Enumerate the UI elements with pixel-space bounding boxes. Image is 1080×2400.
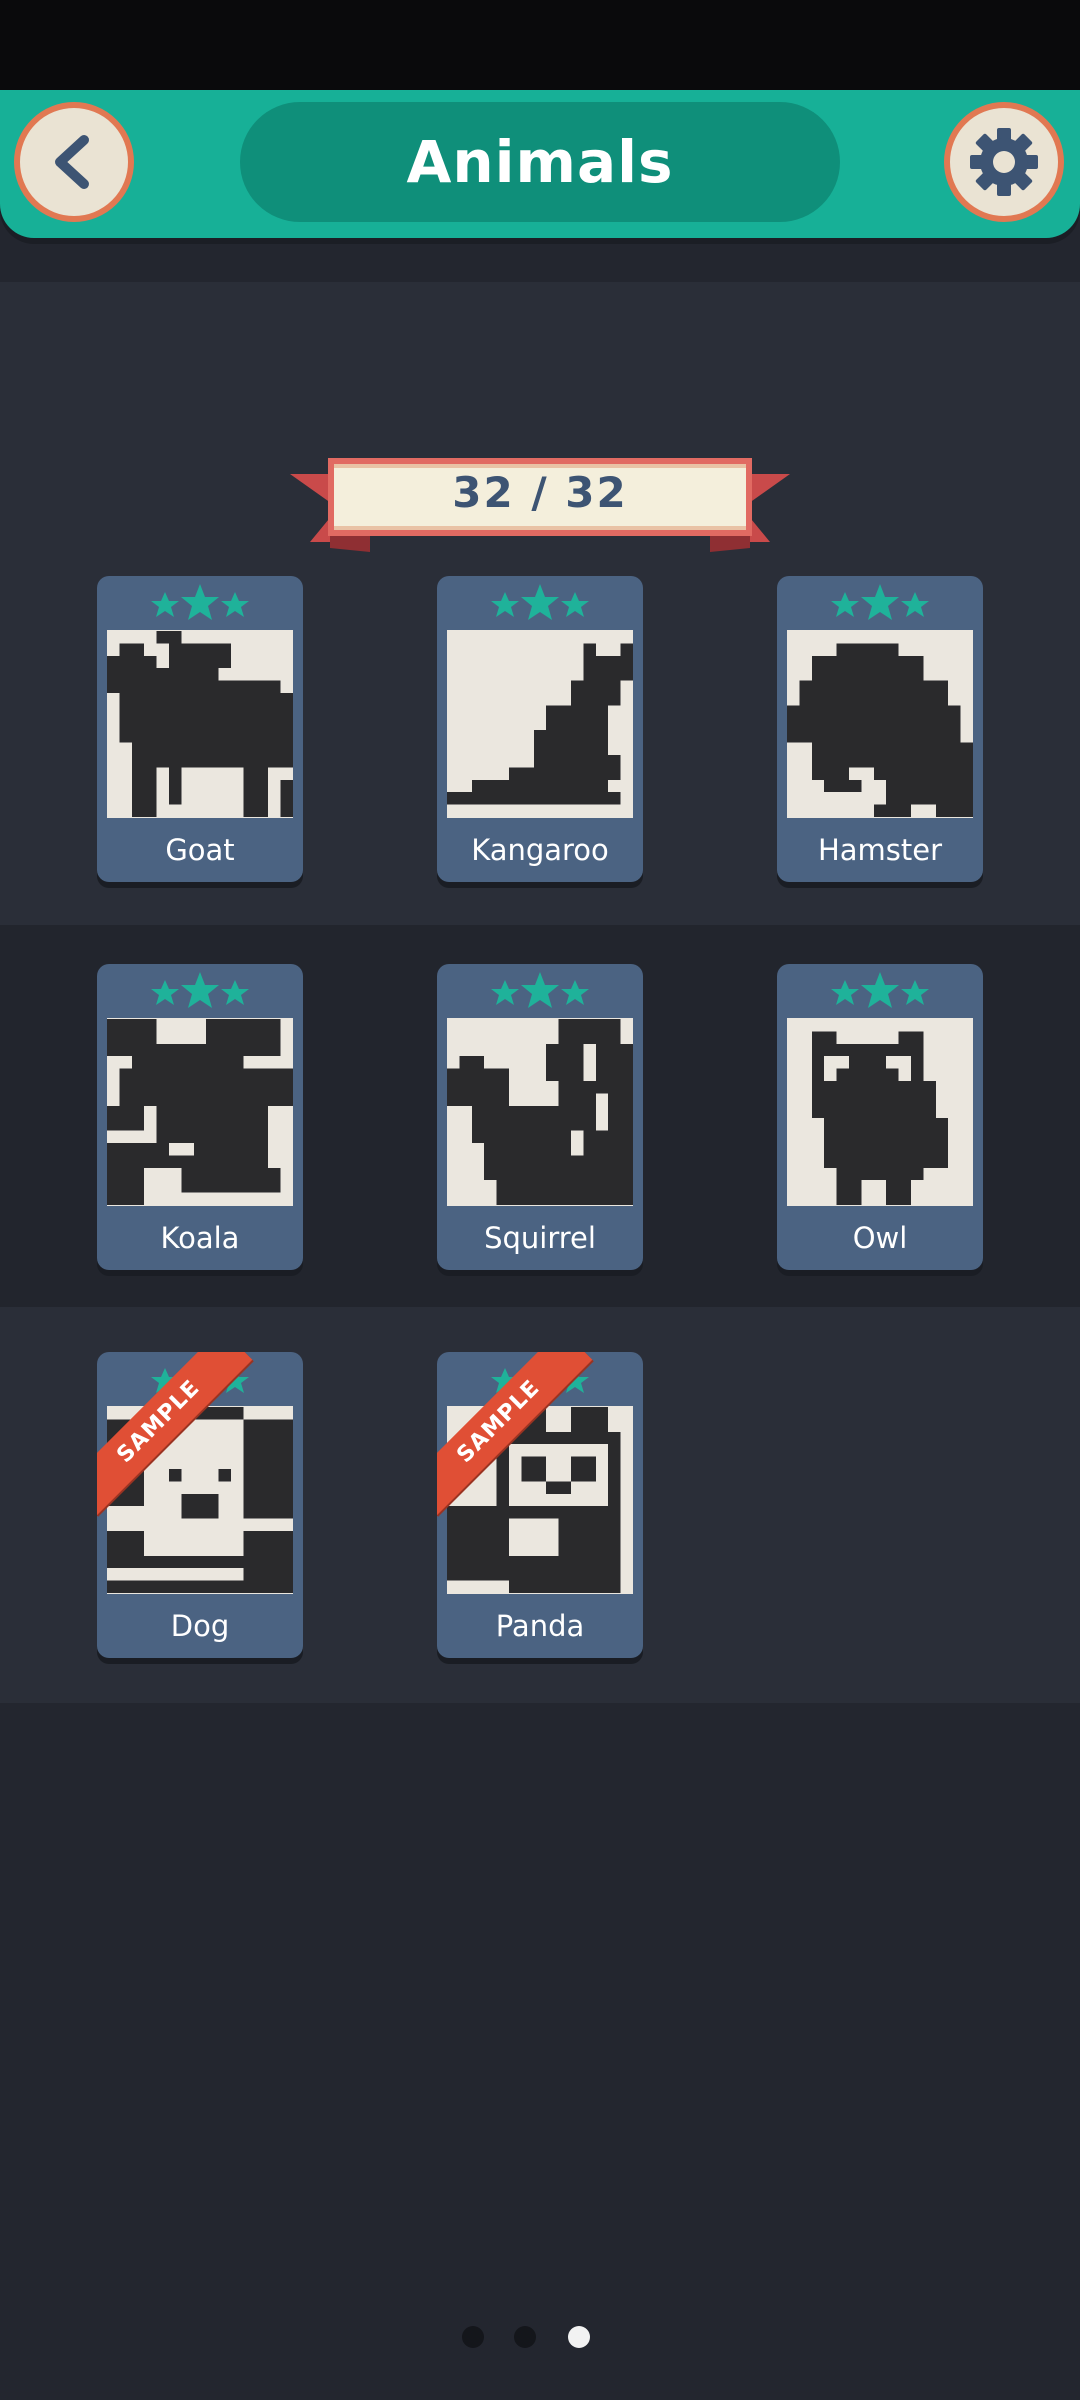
page-indicator [462, 2322, 622, 2352]
puzzle-card-squirrel[interactable]: Squirrel [437, 964, 643, 1270]
status-bar [0, 0, 1080, 90]
puzzle-card-koala[interactable]: Koala [97, 964, 303, 1270]
progress-count: 32 / 32 [452, 467, 628, 517]
three-stars-icon [151, 584, 249, 620]
puzzle-thumbnail [787, 630, 973, 818]
puzzle-title: Dog [170, 1609, 230, 1643]
puzzle-thumbnail [107, 630, 294, 818]
puzzle-thumbnail [107, 1018, 294, 1206]
puzzle-title: Owl [852, 1221, 908, 1255]
three-stars-icon [831, 972, 929, 1008]
puzzle-title: Squirrel [484, 1221, 596, 1255]
three-stars-icon [491, 584, 589, 620]
puzzle-title: Goat [165, 833, 235, 867]
settings-button[interactable] [944, 102, 1064, 222]
puzzle-title: Kangaroo [471, 833, 609, 867]
puzzle-card-panda[interactable]: SAMPLE Panda [437, 1352, 643, 1658]
puzzle-card-owl[interactable]: Owl [777, 964, 983, 1270]
puzzle-card-goat[interactable]: Goat [97, 576, 303, 882]
header-bar: Animals [0, 90, 1080, 238]
puzzle-card-hamster[interactable]: Hamster [777, 576, 983, 882]
puzzle-thumbnail [447, 1018, 633, 1206]
three-stars-icon [831, 584, 929, 620]
page-dot-active[interactable] [568, 2326, 590, 2348]
page-dot[interactable] [514, 2326, 536, 2348]
three-stars-icon [151, 972, 249, 1008]
page-title: Animals [240, 102, 840, 222]
puzzle-title: Hamster [817, 833, 943, 867]
puzzle-thumbnail [447, 630, 633, 818]
puzzle-title: Koala [160, 1221, 240, 1255]
chevron-left-icon [55, 135, 89, 189]
three-stars-icon [491, 972, 589, 1008]
page-dot[interactable] [462, 2326, 484, 2348]
back-button[interactable] [14, 102, 134, 222]
puzzle-card-kangaroo[interactable]: Kangaroo [437, 576, 643, 882]
puzzle-card-dog[interactable]: SAMPLE Dog [97, 1352, 303, 1658]
puzzle-thumbnail [787, 1018, 973, 1206]
gear-icon [970, 128, 1038, 196]
puzzle-title: Panda [495, 1609, 585, 1643]
